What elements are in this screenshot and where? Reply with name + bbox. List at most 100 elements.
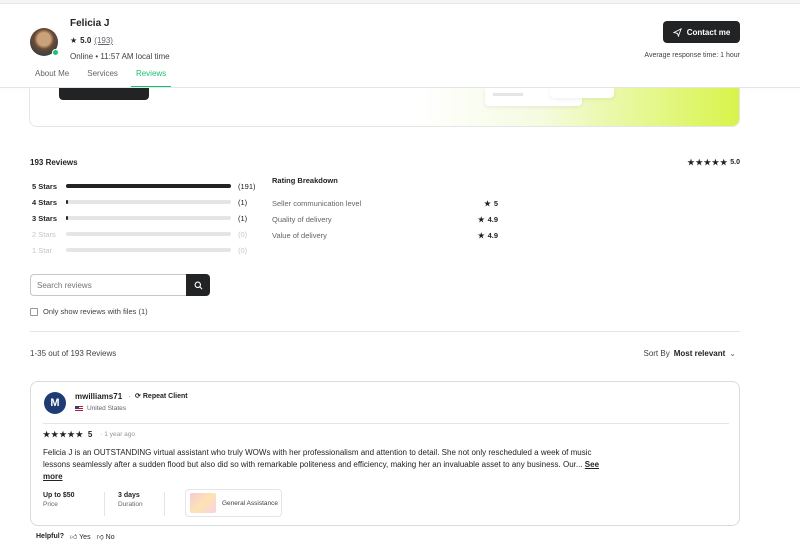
star-distribution: 5 Stars (191) 4 Stars (1) 3 Stars (1) 2 …	[32, 178, 257, 258]
bar-count: (1)	[238, 213, 248, 223]
breakdown-row: Value of delivery ★ 4.9	[272, 227, 498, 243]
sort-label: Sort By	[643, 349, 670, 358]
service-thumbnail	[190, 493, 216, 513]
helpful-row: Helpful? 👍︎ Yes 👎︎ No	[36, 532, 115, 541]
bar-track	[66, 248, 231, 252]
repeat-icon: ⟳	[135, 393, 141, 400]
breakdown-label: Quality of delivery	[272, 214, 332, 224]
helpful-label: Helpful?	[36, 533, 64, 540]
separator-dot: ·	[128, 392, 131, 401]
helpful-yes[interactable]: 👍︎ Yes	[70, 532, 91, 541]
bar-row-3[interactable]: 3 Stars (1)	[32, 210, 257, 226]
search-button[interactable]	[186, 274, 210, 296]
star-icon: ★	[477, 230, 485, 240]
files-filter-checkbox[interactable]	[30, 307, 38, 316]
send-icon	[672, 27, 682, 37]
sort-value: Most relevant	[673, 349, 726, 358]
bar-count: (191)	[238, 181, 256, 191]
seller-rating: ★ 5.0 (193)	[70, 36, 113, 45]
bar-label: 5 Stars	[32, 181, 58, 191]
duration-value: 3 days	[118, 492, 140, 499]
overall-rating: ★★★★★ 5.0	[687, 158, 740, 167]
card-divider	[43, 423, 729, 424]
star-icon: ★	[477, 214, 485, 224]
bar-count: (1)	[238, 197, 248, 207]
bar-label: 1 Star	[32, 245, 53, 255]
files-filter[interactable]: Only show reviews with files (1)	[30, 307, 148, 316]
review-time: · 1 year ago	[100, 431, 136, 438]
helpful-no[interactable]: 👎︎ No	[97, 532, 115, 541]
review-text: Felicia J is an OUTSTANDING virtual assi…	[43, 447, 603, 483]
reviews-count-heading: 193 Reviews	[30, 158, 78, 167]
bar-fill	[66, 200, 69, 204]
price-value: Up to $50	[43, 492, 75, 499]
bar-label: 3 Stars	[32, 213, 58, 223]
bar-row-2: 2 Stars (0)	[32, 226, 257, 242]
promo-banner	[29, 88, 740, 127]
bar-row-5[interactable]: 5 Stars (191)	[32, 178, 257, 194]
sort-dropdown[interactable]: Sort By Most relevant ⌄	[643, 349, 736, 358]
star-icon: ★	[484, 198, 491, 208]
files-filter-label: Only show reviews with files (1)	[43, 307, 148, 316]
breakdown-label: Seller communication level	[272, 198, 362, 208]
review-rating-value: 5	[87, 430, 93, 439]
service-chip[interactable]: General Assistance	[185, 489, 282, 517]
bar-count: (0)	[238, 245, 248, 255]
thumbs-up-icon: 👍︎	[70, 534, 78, 541]
results-range: 1-35 out of 193 Reviews	[30, 349, 117, 358]
reviewer-avatar[interactable]: M	[44, 392, 66, 414]
rating-breakdown-title: Rating Breakdown	[272, 176, 338, 185]
chevron-down-icon: ⌄	[729, 349, 736, 358]
bar-track	[66, 216, 231, 220]
contact-me-button[interactable]: Contact me	[663, 21, 740, 43]
tab-services[interactable]: Services	[82, 69, 123, 88]
banner-illustration-card-back	[550, 88, 614, 98]
bar-fill	[66, 184, 231, 188]
seller-rating-count[interactable]: (193)	[94, 36, 113, 45]
tab-about-me[interactable]: About Me	[30, 69, 74, 88]
breakdown-value: 4.9	[487, 214, 498, 224]
breakdown-row: Seller communication level ★ 5	[272, 195, 498, 211]
bar-label: 4 Stars	[32, 197, 58, 207]
breakdown-value: 4.9	[487, 230, 498, 240]
reviewer-country: United States	[75, 405, 126, 412]
search-icon	[194, 281, 202, 289]
duration-meta: 3 days Duration	[118, 492, 143, 508]
seller-status: Online • 11:57 AM local time	[70, 52, 170, 61]
section-divider	[30, 331, 740, 332]
response-time: Average response time: 1 hour	[644, 52, 740, 59]
repeat-client-label: Repeat Client	[142, 392, 188, 400]
overall-rating-value: 5.0	[730, 159, 740, 166]
banner-button[interactable]	[59, 88, 149, 100]
us-flag-icon	[75, 406, 83, 411]
five-stars-icon: ★★★★★	[687, 158, 729, 167]
meta-separator	[164, 492, 165, 516]
service-label: General Assistance	[222, 499, 279, 507]
bar-row-1: 1 Star (0)	[32, 242, 257, 258]
breakdown-value: 5	[493, 198, 498, 208]
repeat-client-badge: ⟳ Repeat Client	[135, 392, 188, 401]
five-stars-icon: ★★★★★	[43, 430, 84, 439]
search-reviews-input[interactable]	[30, 274, 186, 296]
contact-me-label: Contact me	[686, 27, 731, 37]
reviewer-name[interactable]: mwilliams71	[75, 392, 122, 401]
tab-reviews[interactable]: Reviews	[130, 69, 172, 88]
review-rating: ★★★★★ 5 · 1 year ago	[43, 430, 135, 439]
rating-breakdown: Rating Breakdown Seller communication le…	[272, 176, 498, 243]
seller-name[interactable]: Felicia J	[70, 18, 109, 29]
breakdown-label: Value of delivery	[272, 230, 327, 240]
top-strip	[0, 0, 800, 4]
price-label: Price	[43, 501, 58, 508]
profile-tabs: About Me Services Reviews	[30, 69, 179, 88]
star-icon: ★	[70, 36, 78, 45]
review-body: Felicia J is an OUTSTANDING virtual assi…	[43, 448, 592, 469]
bar-row-4[interactable]: 4 Stars (1)	[32, 194, 257, 210]
bar-track	[66, 200, 231, 204]
price-meta: Up to $50 Price	[43, 492, 75, 508]
country-name: United States	[87, 405, 127, 412]
seller-rating-value: 5.0	[80, 36, 92, 45]
duration-label: Duration	[118, 501, 143, 508]
thumbs-down-icon: 👎︎	[96, 534, 104, 541]
bar-count: (0)	[238, 229, 248, 239]
online-status-dot	[52, 49, 59, 56]
